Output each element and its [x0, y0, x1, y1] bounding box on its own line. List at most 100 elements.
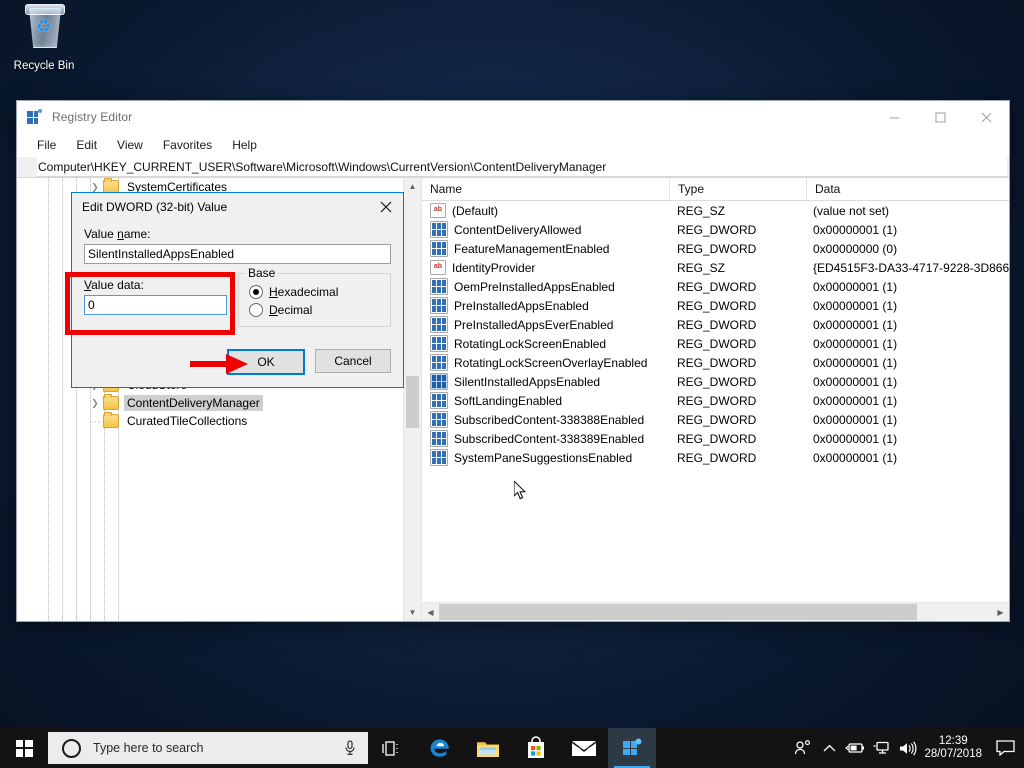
dialog-body: Value name: SilentInstalledAppsEnabled V…	[72, 221, 403, 387]
base-groupbox: Base Hexadecimal Decimal	[238, 266, 391, 327]
values-row[interactable]: FeatureManagementEnabled REG_DWORD 0x00000…	[422, 239, 1009, 258]
taskbar-app-registry-editor[interactable]	[608, 728, 656, 768]
menu-help[interactable]: Help	[232, 138, 257, 152]
system-tray[interactable]: 12:39 28/07/2018	[790, 728, 1024, 768]
radio-decimal-indicator	[249, 303, 263, 317]
scroll-up-icon[interactable]: ▲	[404, 178, 421, 195]
dialog-close-icon[interactable]	[369, 193, 403, 221]
values-name-label: SubscribedContent-338389Enabled	[454, 431, 645, 446]
taskbar-clock[interactable]: 12:39 28/07/2018	[920, 735, 990, 761]
column-header-name[interactable]: Name	[422, 178, 670, 200]
values-name-label: OemPreInstalledAppsEnabled	[454, 279, 615, 294]
radio-hexadecimal[interactable]: Hexadecimal	[249, 283, 382, 301]
chevron-right-icon[interactable]: ❯	[87, 182, 103, 193]
menu-view[interactable]: View	[117, 138, 143, 152]
taskbar-app-microsoft-store[interactable]	[512, 728, 560, 768]
values-row[interactable]: SubscribedContent-338389Enabled REG_DWORD…	[422, 429, 1009, 448]
values-row[interactable]: SubscribedContent-338388Enabled REG_DWORD…	[422, 410, 1009, 429]
address-bar[interactable]: Computer\HKEY_CURRENT_USER\Software\Micr…	[37, 157, 1007, 177]
ok-button[interactable]: OK	[227, 349, 305, 375]
show-hidden-icons-chevron[interactable]	[816, 728, 842, 768]
chevron-right-icon[interactable]: ❯	[87, 398, 103, 409]
values-cell-type: REG_DWORD	[677, 241, 757, 256]
recycle-bin-label: Recycle Bin	[13, 60, 75, 72]
values-row[interactable]: ContentDeliveryAllowed REG_DWORD 0x0000000…	[422, 220, 1009, 239]
scroll-down-icon[interactable]: ▼	[404, 604, 421, 621]
taskbar-app-edge[interactable]	[416, 728, 464, 768]
menu-edit[interactable]: Edit	[76, 138, 97, 152]
values-scrollbar-thumb[interactable]	[439, 604, 917, 620]
scroll-left-icon[interactable]: ◀	[422, 608, 439, 617]
tree-node[interactable]: ❯ ContentDeliveryManager	[17, 394, 404, 412]
tree-leaf-dash-icon: ···	[89, 414, 101, 428]
values-cell-data: 0x00000001 (1)	[813, 298, 898, 313]
values-cell-data: 0x00000001 (1)	[813, 355, 898, 370]
values-row[interactable]: ab (Default) REG_SZ (value not set)	[422, 201, 1009, 220]
tree-vertical-scrollbar[interactable]: ▲ ▼	[403, 178, 421, 621]
values-row[interactable]: SilentInstalledAppsEnabled REG_DWORD 0x000…	[422, 372, 1009, 391]
scroll-right-icon[interactable]: ▶	[992, 608, 1009, 617]
values-list[interactable]: ab (Default) REG_SZ (value not set) ContentD…	[422, 201, 1009, 602]
desktop-icon-recycle-bin[interactable]: ♻ Recycle Bin	[8, 4, 80, 73]
edit-dword-dialog[interactable]: Edit DWORD (32-bit) Value Value name: Si…	[71, 192, 404, 388]
network-icon[interactable]	[868, 728, 894, 768]
value-name-input[interactable]: SilentInstalledAppsEnabled	[84, 244, 391, 264]
tree-node[interactable]: ··· CuratedTileCollections	[17, 412, 404, 430]
clock-time: 12:39	[938, 735, 968, 747]
microphone-icon[interactable]	[344, 740, 356, 761]
values-cell-name: ab IdentityProvider	[422, 260, 669, 275]
column-header-data[interactable]: Data	[807, 178, 1009, 200]
menu-bar[interactable]: File Edit View Favorites Help	[17, 133, 1009, 157]
values-row[interactable]: SoftLandingEnabled REG_DWORD 0x00000001 (1…	[422, 391, 1009, 410]
desktop[interactable]: ♻ Recycle Bin Registry Editor File Edit …	[0, 0, 1024, 768]
close-button[interactable]	[963, 101, 1009, 133]
taskbar-search-box[interactable]: Type here to search	[48, 732, 368, 764]
values-horizontal-scrollbar[interactable]: ◀ ▶	[422, 602, 1009, 621]
taskbar[interactable]: Type here to search 12:39 28/07/2018	[0, 728, 1024, 768]
folder-icon	[103, 394, 119, 410]
dialog-title: Edit DWORD (32-bit) Value	[82, 200, 228, 214]
cancel-button[interactable]: Cancel	[315, 349, 391, 373]
taskbar-app-mail[interactable]	[560, 728, 608, 768]
values-cell-type: REG_DWORD	[677, 374, 757, 389]
dword-value-icon	[430, 449, 448, 466]
cortana-search-icon	[62, 738, 81, 758]
volume-icon[interactable]	[894, 728, 920, 768]
values-row[interactable]: PreInstalledAppsEnabled REG_DWORD 0x000000…	[422, 296, 1009, 315]
values-cell-type: REG_DWORD	[677, 431, 757, 446]
menu-file[interactable]: File	[37, 138, 56, 152]
values-row[interactable]: RotatingLockScreenOverlayEnabled REG_DWOR…	[422, 353, 1009, 372]
radio-decimal[interactable]: Decimal	[249, 301, 382, 319]
values-row[interactable]: SystemPaneSuggestionsEnabled REG_DWORD 0x0…	[422, 448, 1009, 467]
values-cell-data: {ED4515F3-DA33-4717-9228-3D8668614	[813, 260, 1009, 275]
values-row[interactable]: ab IdentityProvider REG_SZ {ED4515F3-DA33-4…	[422, 258, 1009, 277]
battery-icon[interactable]	[842, 728, 868, 768]
action-center-icon[interactable]	[990, 728, 1020, 768]
dword-value-icon	[430, 335, 448, 352]
values-name-label: RotatingLockScreenEnabled	[454, 336, 607, 351]
window-titlebar[interactable]: Registry Editor	[17, 101, 1009, 133]
tree-scrollbar-thumb[interactable]	[406, 376, 419, 428]
string-value-icon: ab	[430, 260, 446, 275]
maximize-button[interactable]	[917, 101, 963, 133]
value-data-input[interactable]: 0	[84, 295, 227, 315]
dialog-titlebar[interactable]: Edit DWORD (32-bit) Value	[72, 193, 403, 221]
taskbar-app-file-explorer[interactable]	[464, 728, 512, 768]
values-name-label: PreInstalledAppsEverEnabled	[454, 317, 614, 332]
registry-values-pane[interactable]: Name Type Data ab (Default) REG_SZ (value n…	[422, 178, 1009, 621]
values-cell-data: 0x00000001 (1)	[813, 336, 898, 351]
radio-decimal-label: Decimal	[269, 303, 313, 317]
values-name-label: (Default)	[452, 203, 499, 218]
values-column-headers[interactable]: Name Type Data	[422, 178, 1009, 201]
start-button[interactable]	[0, 728, 48, 768]
values-row[interactable]: OemPreInstalledAppsEnabled REG_DWORD 0x000…	[422, 277, 1009, 296]
menu-favorites[interactable]: Favorites	[163, 138, 212, 152]
minimize-button[interactable]	[871, 101, 917, 133]
values-cell-data: 0x00000001 (1)	[813, 222, 898, 237]
values-row[interactable]: PreInstalledAppsEverEnabled REG_DWORD 0x00…	[422, 315, 1009, 334]
values-row[interactable]: RotatingLockScreenEnabled REG_DWORD 0x0000…	[422, 334, 1009, 353]
column-header-type[interactable]: Type	[670, 178, 807, 200]
values-cell-name: RotatingLockScreenEnabled	[422, 335, 669, 352]
people-icon[interactable]	[790, 728, 816, 768]
task-view-button[interactable]	[368, 728, 416, 768]
